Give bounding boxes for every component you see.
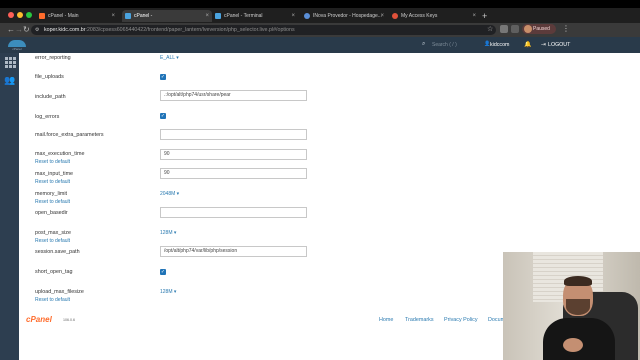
option-label-file-uploads: file_uploads: [35, 74, 64, 80]
max-input-time-input[interactable]: 90: [160, 168, 307, 179]
post-max-size-dropdown[interactable]: 128M ▾: [160, 230, 176, 236]
close-window-button[interactable]: [8, 12, 14, 18]
logout-icon: ⇥: [541, 42, 547, 48]
cpanel-logo-text: cPanel: [12, 47, 22, 51]
max-execution-time-reset-link[interactable]: Reset to default: [35, 159, 70, 165]
memory-limit-dropdown[interactable]: 2048M ▾: [160, 191, 179, 197]
tab-title: cPanel - Main: [48, 13, 79, 19]
dropdown-value: E_ALL: [160, 55, 175, 61]
log-errors-checkbox[interactable]: ✓: [160, 113, 166, 119]
browser-tab-active[interactable]: cPanel - ×: [122, 10, 212, 22]
site-info-icon[interactable]: ⚙: [35, 27, 39, 33]
cpanel-favicon-icon: [215, 13, 221, 19]
extension-icon[interactable]: [511, 25, 519, 33]
option-label-session-save-path: session.save_path: [35, 249, 80, 255]
presenter-beard-image: [566, 299, 590, 315]
minimize-window-button[interactable]: [17, 12, 23, 18]
address-bar[interactable]: koper.kidc.com.br:2083/cpsess6065440422/…: [31, 25, 496, 35]
upload-max-filesize-reset-link[interactable]: Reset to default: [35, 297, 70, 303]
cpanel-logo-mark: [8, 40, 26, 47]
tab-title: INova Provedor - Hospedage...: [313, 13, 382, 19]
dropdown-value: 2048M: [160, 191, 176, 197]
logout-button[interactable]: LOGOUT: [548, 40, 570, 50]
option-label-memory-limit: memory_limit: [35, 191, 68, 197]
new-tab-button[interactable]: +: [482, 10, 487, 22]
user-manager-icon[interactable]: 👥: [4, 75, 15, 86]
forward-arrow-icon[interactable]: →: [15, 24, 23, 36]
tab-close-icon[interactable]: ×: [111, 10, 115, 22]
option-label-max-execution-time: max_execution_time: [35, 151, 85, 157]
option-label-error-reporting: error_reporting: [35, 55, 71, 61]
tab-close-icon[interactable]: ×: [472, 10, 476, 22]
browser-menu-icon[interactable]: ⋮: [562, 24, 570, 33]
mail-force-extra-parameters-input[interactable]: [160, 129, 307, 140]
cpanel-sidebar: 👥: [0, 53, 19, 360]
option-label-log-errors: log_errors: [35, 114, 60, 120]
cpanel-top-nav: cPanel ⌕ Search ( / ) 👤 kidccom 🔔 ⇥ LOGO…: [0, 37, 640, 53]
extension-icon[interactable]: [500, 25, 508, 33]
option-label-post-max-size: post_max_size: [35, 230, 71, 236]
footer-link-privacy-policy[interactable]: Privacy Policy: [444, 317, 478, 323]
search-input[interactable]: Search ( / ): [432, 40, 482, 50]
user-menu[interactable]: kidccom: [490, 40, 509, 50]
cpanel-version: 106.0.6: [63, 318, 75, 322]
tab-close-icon[interactable]: ×: [205, 10, 209, 22]
footer-link-trademarks[interactable]: Trademarks: [405, 317, 434, 323]
reload-icon[interactable]: ↻: [23, 24, 30, 36]
option-label-include-path: include_path: [35, 94, 66, 100]
profile-button[interactable]: Paused: [522, 24, 556, 34]
notifications-bell-icon[interactable]: 🔔: [524, 40, 531, 50]
url-path: :2083/cpsess6065440422/frontend/paper_la…: [85, 27, 295, 33]
search-icon[interactable]: ⌕: [422, 41, 425, 48]
short-open-tag-checkbox[interactable]: ✓: [160, 269, 166, 275]
url-host: koper.kidc.com.br: [44, 27, 86, 33]
keys-favicon-icon: [392, 13, 398, 19]
open-basedir-input[interactable]: [160, 207, 307, 218]
footer-link-home[interactable]: Home: [379, 317, 393, 323]
dropdown-value: 128M: [160, 289, 173, 295]
option-label-short-open-tag: short_open_tag: [35, 269, 73, 275]
option-label-open-basedir: open_basedir: [35, 210, 68, 216]
max-execution-time-input[interactable]: 90: [160, 149, 307, 160]
tab-title: cPanel -: [134, 13, 153, 19]
cpanel-home-logo[interactable]: cPanel: [6, 38, 28, 52]
post-max-size-reset-link[interactable]: Reset to default: [35, 238, 70, 244]
upload-max-filesize-dropdown[interactable]: 128M ▾: [160, 289, 176, 295]
tab-close-icon[interactable]: ×: [380, 10, 384, 22]
browser-tab[interactable]: cPanel - Terminal ×: [212, 10, 298, 22]
tab-title: cPanel - Terminal: [224, 13, 263, 19]
browser-tab[interactable]: cPanel - Main ×: [36, 10, 118, 22]
option-label-max-input-time: max_input_time: [35, 171, 74, 177]
option-label-upload-max-filesize: upload_max_filesize: [35, 289, 84, 295]
include-path-input[interactable]: .:/opt/alt/php74/usr/share/pear: [160, 90, 307, 101]
zoom-window-button[interactable]: [26, 12, 32, 18]
tools-grid-icon[interactable]: [5, 57, 16, 68]
avatar: [524, 25, 532, 33]
dropdown-value: 128M: [160, 230, 173, 236]
presenter-hand-image: [563, 338, 583, 352]
error-reporting-dropdown[interactable]: E_ALL ▾: [160, 55, 179, 61]
cpanel-favicon-icon: [39, 13, 45, 19]
memory-limit-reset-link[interactable]: Reset to default: [35, 199, 70, 205]
option-label-mail-force-extra-parameters: mail.force_extra_parameters: [35, 132, 104, 138]
bookmark-star-icon[interactable]: ☆: [487, 25, 493, 33]
max-input-time-reset-link[interactable]: Reset to default: [35, 179, 70, 185]
back-arrow-icon[interactable]: ←: [7, 24, 15, 36]
file-uploads-checkbox[interactable]: ✓: [160, 74, 166, 80]
session-save-path-input[interactable]: /opt/alt/php74/var/lib/php/session: [160, 246, 307, 257]
browser-tab[interactable]: My Access Keys ×: [389, 10, 479, 22]
tab-close-icon[interactable]: ×: [291, 10, 295, 22]
browser-window: cPanel - Main × cPanel - × cPanel - Term…: [0, 0, 640, 360]
browser-tab[interactable]: INova Provedor - Hospedage... ×: [301, 10, 387, 22]
webcam-overlay: [503, 252, 640, 360]
globe-favicon-icon: [304, 13, 310, 19]
profile-status: Paused: [533, 26, 550, 32]
footer-cpanel-logo: cPanel: [26, 315, 52, 324]
tab-title: My Access Keys: [401, 13, 438, 19]
presenter-hair-image: [564, 276, 592, 286]
cpanel-favicon-icon: [125, 13, 131, 19]
